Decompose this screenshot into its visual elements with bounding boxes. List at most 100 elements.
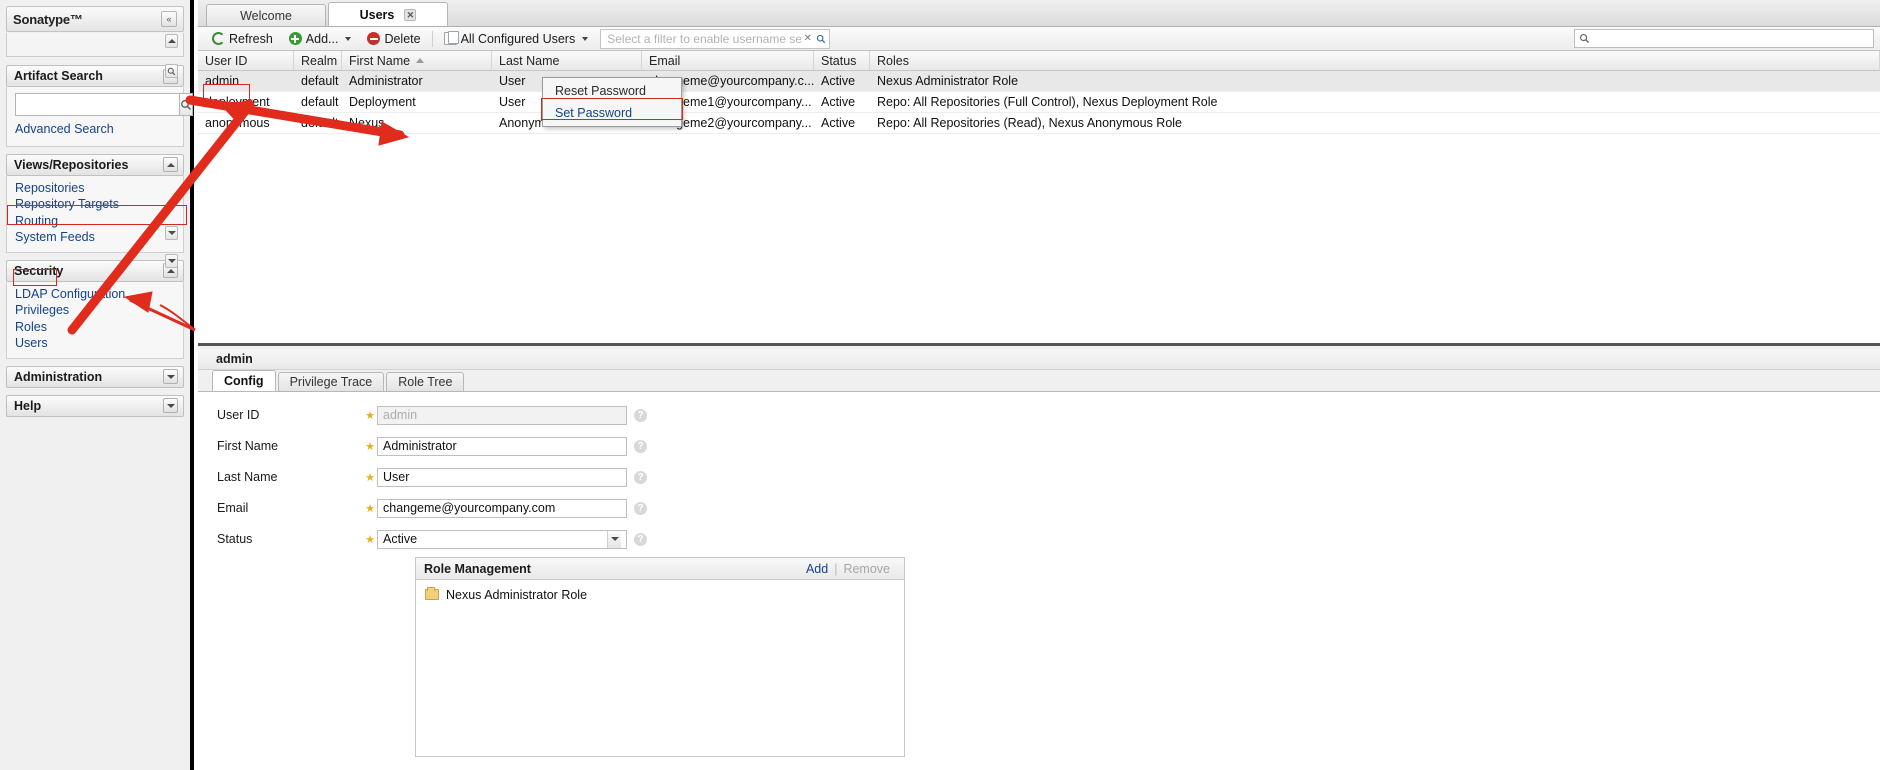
label-status: Status xyxy=(217,532,253,546)
role-management-panel: Role Management Add | Remove Nexus Admin… xyxy=(415,557,905,757)
required-star-icon: ★ xyxy=(365,502,375,515)
detail-tab-bar: Config Privilege Trace Role Tree xyxy=(198,370,1880,392)
panel-header-security[interactable]: Security xyxy=(6,259,184,282)
sidebar-item-roles[interactable]: Roles xyxy=(15,319,175,336)
expand-toggle-help[interactable] xyxy=(163,398,178,413)
tab-users[interactable]: Users ✕ xyxy=(328,2,448,26)
list-item[interactable]: Nexus Administrator Role xyxy=(416,585,904,604)
cell-realm: default xyxy=(301,116,339,130)
panel-title-security: Security xyxy=(14,263,64,278)
column-header-status[interactable]: Status xyxy=(814,51,870,70)
user-id-field[interactable] xyxy=(377,405,627,425)
rail-search-icon[interactable] xyxy=(165,64,178,78)
label-email: Email xyxy=(217,501,249,515)
global-search-field[interactable] xyxy=(1574,29,1874,48)
sidebar-item-privileges[interactable]: Privileges xyxy=(15,302,175,319)
tab-privilege-trace[interactable]: Privilege Trace xyxy=(277,372,385,391)
delete-button[interactable]: Delete xyxy=(359,29,428,49)
chevron-down-glyph xyxy=(610,537,619,541)
refresh-button[interactable]: Refresh xyxy=(204,29,281,49)
column-header-email[interactable]: Email xyxy=(642,51,814,70)
artifact-search-input[interactable] xyxy=(15,93,180,116)
search-icon[interactable] xyxy=(180,93,193,116)
cell-realm: default xyxy=(301,95,339,109)
panel-title-administration: Administration xyxy=(14,369,103,384)
tab-welcome[interactable]: Welcome xyxy=(206,4,326,26)
sidebar-item-repository-targets[interactable]: Repository Targets xyxy=(15,196,175,213)
detail-panel-title: admin xyxy=(198,349,1880,370)
sidebar-item-ldap-configuration[interactable]: LDAP Configuration xyxy=(15,286,175,303)
column-header-user-id[interactable]: User ID xyxy=(198,51,294,70)
tab-privilege-trace-label: Privilege Trace xyxy=(289,375,373,389)
brand-subbar xyxy=(6,33,184,57)
help-icon[interactable]: ? xyxy=(634,501,647,515)
panel-header-views-repositories[interactable]: Views/Repositories xyxy=(6,153,184,176)
table-row[interactable]: anonymous default Nexus Anonymous User c… xyxy=(198,113,1880,134)
user-config-form: User ID ★ ? First Name ★ ? Last Name ★ ? xyxy=(198,392,1880,770)
clear-icon[interactable]: ✕ xyxy=(801,32,814,46)
help-icon[interactable]: ? xyxy=(634,408,647,422)
table-row[interactable]: admin default Administrator User changem… xyxy=(198,71,1880,92)
cell-status: Active xyxy=(821,95,856,109)
sidebar-link-advanced-search[interactable]: Advanced Search xyxy=(15,121,175,138)
add-button[interactable]: Add... xyxy=(281,29,360,49)
search-icon xyxy=(1579,33,1590,44)
expand-toggle-administration[interactable] xyxy=(163,369,178,384)
user-filter-select[interactable]: All Configured Users xyxy=(436,29,597,49)
panel-header-administration[interactable]: Administration xyxy=(6,365,184,388)
rail-collapse-help-icon[interactable] xyxy=(165,254,178,268)
panel-title-help: Help xyxy=(14,398,42,413)
add-role-button[interactable]: Add xyxy=(800,562,834,576)
column-header-roles[interactable]: Roles xyxy=(870,51,1880,70)
tab-bar: Welcome Users ✕ xyxy=(198,0,1880,27)
search-glyph-small xyxy=(167,67,176,75)
form-row-email: Email ★ ? xyxy=(198,497,1880,519)
search-glyph xyxy=(181,99,192,110)
menu-item-reset-password[interactable]: Reset Password xyxy=(545,80,679,102)
grid-toolbar: Refresh Add... Delete All Configured Use… xyxy=(198,27,1880,51)
status-select[interactable]: Active xyxy=(377,529,627,549)
column-header-realm[interactable]: Realm xyxy=(294,51,342,70)
sidebar-item-repositories[interactable]: Repositories xyxy=(15,180,175,197)
sidebar-item-users[interactable]: Users xyxy=(15,335,175,352)
role-item-label: Nexus Administrator Role xyxy=(446,587,588,602)
email-field[interactable] xyxy=(377,498,627,518)
column-header-last-name[interactable]: Last Name xyxy=(492,51,642,70)
cell-roles: Repo: All Repositories (Full Control), N… xyxy=(877,95,1218,109)
form-row-user-id: User ID ★ ? xyxy=(198,404,1880,426)
sidebar-item-system-feeds[interactable]: System Feeds xyxy=(15,229,175,246)
rail-collapse-views-icon[interactable] xyxy=(165,226,178,240)
help-icon[interactable]: ? xyxy=(634,470,647,484)
required-star-icon: ★ xyxy=(365,471,375,484)
column-header-first-name[interactable]: First Name xyxy=(342,51,492,70)
panel-header-artifact-search[interactable]: Artifact Search xyxy=(6,65,184,87)
sidebar-item-routing[interactable]: Routing xyxy=(15,213,175,230)
tab-role-tree-label: Role Tree xyxy=(398,375,453,389)
panel-artifact-search: Artifact Search Advanced Search xyxy=(6,65,193,147)
required-star-icon: ★ xyxy=(365,409,375,422)
toolbar-right-group xyxy=(1574,29,1874,48)
cell-roles: Repo: All Repositories (Read), Nexus Ano… xyxy=(877,116,1183,130)
chevron-down-icon xyxy=(166,403,175,408)
scroll-up-icon[interactable] xyxy=(165,34,178,48)
user-detail-panel: admin Config Privilege Trace Role Tree U… xyxy=(198,349,1880,770)
username-search-field[interactable]: Select a filter to enable username searc… xyxy=(600,28,831,49)
tab-config[interactable]: Config xyxy=(212,370,276,391)
tab-role-tree[interactable]: Role Tree xyxy=(386,372,465,391)
help-icon[interactable]: ? xyxy=(634,439,647,453)
double-chevron-left-icon[interactable]: « xyxy=(161,11,177,27)
last-name-field[interactable] xyxy=(377,467,627,487)
panel-header-help[interactable]: Help xyxy=(6,394,184,417)
remove-role-button[interactable]: Remove xyxy=(837,562,896,576)
close-icon[interactable]: ✕ xyxy=(404,8,417,21)
table-row[interactable]: deployment default Deployment User chang… xyxy=(198,92,1880,113)
cell-status: Active xyxy=(821,116,856,130)
brand-title: Sonatype™ xyxy=(13,11,83,27)
chevron-down-glyph xyxy=(167,259,176,263)
help-icon[interactable]: ? xyxy=(634,532,647,546)
role-management-title: Role Management xyxy=(424,561,531,576)
chevron-down-icon[interactable] xyxy=(607,530,621,548)
first-name-field[interactable] xyxy=(377,436,627,456)
search-icon[interactable] xyxy=(814,32,827,46)
menu-item-set-password[interactable]: Set Password xyxy=(545,102,679,124)
